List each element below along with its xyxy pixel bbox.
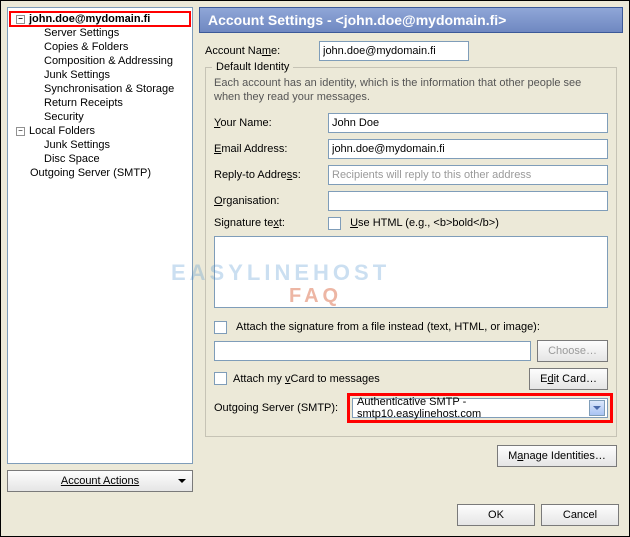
tree-item-sync-storage[interactable]: Synchronisation & Storage	[10, 82, 190, 96]
collapse-icon[interactable]: −	[16, 127, 25, 136]
manage-identities-button[interactable]: Manage Identities…	[497, 445, 617, 467]
smtp-highlight: Authenticative SMTP - smtp10.easylinehos…	[350, 396, 610, 420]
account-actions-button[interactable]: Account Actions	[7, 470, 193, 492]
tree-local-folders-label: Local Folders	[29, 125, 95, 137]
tree-local-folders-root[interactable]: − Local Folders	[10, 124, 190, 138]
email-input[interactable]	[328, 139, 608, 159]
signature-text-label: Signature text:	[214, 217, 322, 229]
cancel-button[interactable]: Cancel	[541, 504, 619, 526]
account-actions-label: Account Actions	[61, 475, 139, 487]
reply-to-input[interactable]	[328, 165, 608, 185]
dropdown-caret-icon	[178, 479, 186, 483]
default-identity-legend: Default Identity	[212, 61, 293, 73]
your-name-input[interactable]	[328, 113, 608, 133]
signature-textarea[interactable]	[214, 236, 608, 308]
accounts-tree: − john.doe@mydomain.fi Server Settings C…	[7, 7, 193, 464]
email-label: Email Address:	[214, 143, 322, 155]
accounts-sidebar: − john.doe@mydomain.fi Server Settings C…	[7, 7, 193, 492]
dropdown-arrow-icon	[589, 400, 605, 416]
attach-vcard-label: Attach my vCard to messages	[233, 373, 380, 385]
tree-account-root-label: john.doe@mydomain.fi	[29, 13, 150, 25]
account-settings-window: − john.doe@mydomain.fi Server Settings C…	[0, 0, 630, 537]
reply-to-label: Reply-to Address:	[214, 169, 322, 181]
collapse-icon[interactable]: −	[16, 15, 25, 24]
attach-file-label: Attach the signature from a file instead…	[233, 321, 540, 333]
outgoing-smtp-value: Authenticative SMTP - smtp10.easylinehos…	[357, 396, 589, 420]
outgoing-smtp-label: Outgoing Server (SMTP):	[214, 402, 346, 414]
manage-identities-row: Manage Identities…	[205, 445, 617, 467]
your-name-label: Your Name:	[214, 117, 322, 129]
tree-item-composition[interactable]: Composition & Addressing	[10, 54, 190, 68]
use-html-label: Use HTML (e.g., <b>bold</b>)	[347, 217, 499, 229]
choose-file-button[interactable]: Choose…	[537, 340, 608, 362]
organisation-label: Organisation:	[214, 195, 322, 207]
tree-account-root[interactable]: − john.doe@mydomain.fi	[10, 12, 190, 26]
tree-item-return-receipts[interactable]: Return Receipts	[10, 96, 190, 110]
organisation-input[interactable]	[328, 191, 608, 211]
attach-file-checkbox[interactable]	[214, 321, 227, 334]
panel-title: Account Settings - <john.doe@mydomain.fi…	[199, 7, 623, 33]
panel-body: Account Name: Default Identity Each acco…	[199, 33, 623, 492]
tree-item-server-settings[interactable]: Server Settings	[10, 26, 190, 40]
tree-item-disc-space[interactable]: Disc Space	[10, 152, 190, 166]
tree-item-copies-folders[interactable]: Copies & Folders	[10, 40, 190, 54]
signature-file-path	[214, 341, 531, 361]
tree-item-security[interactable]: Security	[10, 110, 190, 124]
tree-item-outgoing-smtp[interactable]: Outgoing Server (SMTP)	[10, 166, 190, 180]
account-name-input[interactable]	[319, 41, 469, 61]
use-html-checkbox[interactable]	[328, 217, 341, 230]
settings-panel: Account Settings - <john.doe@mydomain.fi…	[199, 7, 623, 492]
ok-button[interactable]: OK	[457, 504, 535, 526]
identity-hint: Each account has an identity, which is t…	[214, 76, 608, 105]
dialog-footer: OK Cancel	[1, 498, 629, 536]
edit-card-button[interactable]: Edit Card…	[529, 368, 608, 390]
tree-item-local-junk[interactable]: Junk Settings	[10, 138, 190, 152]
window-body: − john.doe@mydomain.fi Server Settings C…	[1, 1, 629, 498]
account-name-label: Account Name:	[205, 45, 313, 57]
account-name-row: Account Name:	[205, 41, 617, 61]
outgoing-smtp-select[interactable]: Authenticative SMTP - smtp10.easylinehos…	[352, 398, 608, 418]
attach-vcard-checkbox[interactable]	[214, 372, 227, 385]
default-identity-group: Default Identity Each account has an ide…	[205, 67, 617, 437]
tree-item-junk[interactable]: Junk Settings	[10, 68, 190, 82]
